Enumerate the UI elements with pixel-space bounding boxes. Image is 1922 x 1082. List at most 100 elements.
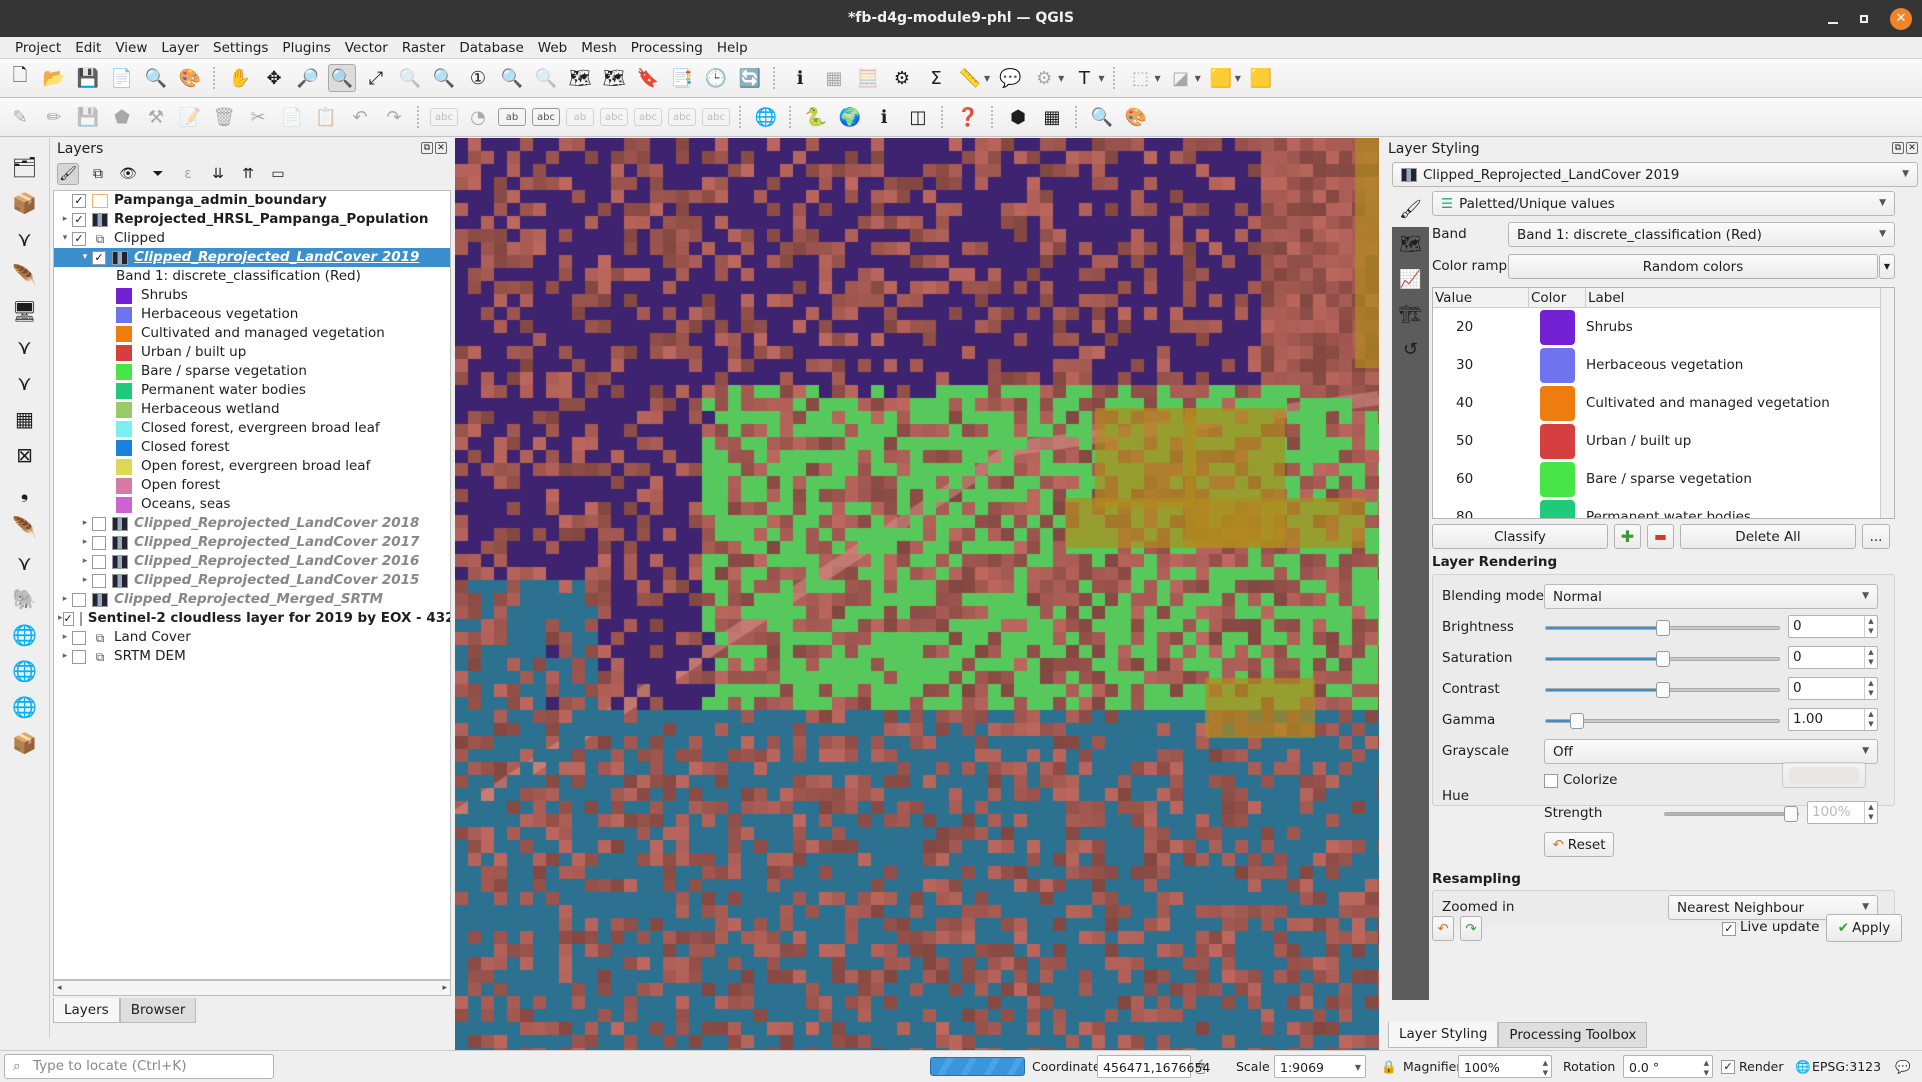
collapse-all-icon[interactable]: ⇈ bbox=[237, 163, 259, 185]
layer-visibility-checkbox[interactable]: ✓ bbox=[72, 193, 86, 208]
symbology-tab-icon[interactable]: 🖌 bbox=[1392, 192, 1429, 227]
select-feature-icon[interactable]: ⚙ bbox=[1030, 64, 1058, 92]
delete-selected-icon[interactable]: 🗑 bbox=[210, 103, 238, 131]
render-checkbox[interactable]: ✓ bbox=[1721, 1060, 1735, 1074]
menu-plugins[interactable]: Plugins bbox=[275, 37, 337, 58]
palette-table-scrollbar[interactable] bbox=[1880, 288, 1894, 518]
toggle-extents-icon[interactable]: 🖱 bbox=[1196, 1055, 1205, 1078]
history-tab-icon[interactable]: ↺ bbox=[1392, 332, 1429, 367]
expand-arrow-icon[interactable]: ▸ bbox=[78, 533, 92, 552]
colorize-color-button[interactable] bbox=[1782, 762, 1866, 788]
menu-layer[interactable]: Layer bbox=[154, 37, 206, 58]
toolbar-grip[interactable] bbox=[773, 67, 777, 89]
redo-style-button[interactable]: ↷ bbox=[1460, 916, 1482, 941]
manage-visibility-icon[interactable]: 👁 bbox=[117, 163, 139, 185]
add-vector-layer-icon[interactable]: ⋎ bbox=[9, 368, 41, 398]
add-wfs-layer-icon[interactable]: 🌐 bbox=[9, 692, 41, 722]
add-postgis-layer-icon[interactable]: 🐘 bbox=[9, 584, 41, 614]
brightness-slider[interactable] bbox=[1545, 620, 1780, 636]
add-xyz-layer-icon[interactable]: 🌐 bbox=[9, 656, 41, 686]
strength-spinbox[interactable]: 100% ▲ ▼ bbox=[1807, 801, 1878, 824]
reset-button[interactable]: ↶ Reset bbox=[1544, 832, 1614, 857]
class-value[interactable]: 80 bbox=[1433, 509, 1529, 518]
brightness-spinbox[interactable]: 0 ▲ ▼ bbox=[1788, 615, 1878, 638]
class-color-swatch[interactable] bbox=[1540, 385, 1575, 421]
select-features-icon[interactable]: ⬚ bbox=[1126, 64, 1154, 92]
expand-arrow-icon[interactable]: ▸ bbox=[58, 628, 72, 647]
crs-globe-icon[interactable]: 🌐 bbox=[1795, 1055, 1811, 1078]
live-update-checkbox[interactable]: ✓ bbox=[1722, 922, 1736, 936]
highlight-pinned-labels-icon[interactable]: abc bbox=[532, 108, 560, 126]
color-ramp-dropdown[interactable]: ▼ bbox=[1879, 254, 1895, 279]
cut-icon[interactable]: ✂ bbox=[244, 103, 272, 131]
column-color[interactable]: Color bbox=[1529, 288, 1586, 307]
histogram-tab-icon[interactable]: 📈 bbox=[1392, 262, 1429, 297]
chevron-down-icon[interactable]: ▼ bbox=[1154, 74, 1160, 83]
menu-settings[interactable]: Settings bbox=[206, 37, 275, 58]
layer-visibility-checkbox[interactable]: ✓ bbox=[72, 231, 86, 246]
label-toolbar-icon[interactable]: abc bbox=[430, 108, 458, 126]
layer-select[interactable]: Clipped_Reprojected_LandCover 2019 ▼ bbox=[1392, 162, 1918, 187]
layer-visibility-checkbox[interactable]: ✓ bbox=[72, 212, 86, 227]
renderer-select[interactable]: ☰ Paletted/Unique values ▼ bbox=[1432, 191, 1895, 216]
palette-row[interactable]: 50 Urban / built up bbox=[1433, 422, 1894, 460]
digitize-icon[interactable]: ⬟ bbox=[108, 103, 136, 131]
toolbar-grip[interactable] bbox=[991, 106, 995, 128]
layer-tree-item[interactable]: ▸ Clipped_Reprojected_Merged_SRTM bbox=[54, 590, 450, 609]
colorize-checkbox[interactable] bbox=[1544, 774, 1558, 788]
zoom-full-icon[interactable]: ⤢ bbox=[362, 64, 390, 92]
gamma-spinbox[interactable]: 1.00 ▲ ▼ bbox=[1788, 708, 1878, 731]
layer-visibility-checkbox[interactable] bbox=[92, 535, 106, 550]
palette-row[interactable]: 30 Herbaceous vegetation bbox=[1433, 346, 1894, 384]
open-layer-styling-icon[interactable]: 🖌 bbox=[57, 163, 79, 185]
map-swipe-icon[interactable]: ◫ bbox=[904, 103, 932, 131]
chevron-down-icon[interactable]: ▼ bbox=[1058, 74, 1064, 83]
menu-vector[interactable]: Vector bbox=[338, 37, 395, 58]
chevron-down-icon[interactable]: ▼ bbox=[1098, 74, 1104, 83]
data-source-manager-icon[interactable]: 🗂 bbox=[9, 152, 41, 182]
contrast-slider[interactable] bbox=[1545, 682, 1780, 698]
float-styling-icon[interactable]: ⧉ bbox=[1892, 142, 1904, 154]
layer-visibility-checkbox[interactable] bbox=[72, 592, 86, 607]
class-label[interactable]: Bare / sparse vegetation bbox=[1586, 471, 1752, 487]
chevron-down-icon[interactable]: ▼ bbox=[1195, 74, 1201, 83]
toolbar-grip[interactable] bbox=[1113, 67, 1117, 89]
layer-tree-item[interactable]: ▸ Clipped_Reprojected_LandCover 2018 bbox=[54, 514, 450, 533]
save-project-icon[interactable]: 💾 bbox=[74, 64, 102, 92]
qgis2web-icon[interactable]: 🌍 bbox=[836, 103, 864, 131]
magnifier-spinbox[interactable]: 100% ▲ ▼ bbox=[1458, 1055, 1552, 1078]
map-canvas[interactable] bbox=[455, 138, 1379, 1050]
expand-all-icon[interactable]: ⇊ bbox=[207, 163, 229, 185]
layer-tree-item[interactable]: ▾ ✓ Clipped_Reprojected_LandCover 2019 bbox=[54, 248, 450, 267]
copy-icon[interactable]: 📄 bbox=[278, 103, 306, 131]
toolbar-grip[interactable] bbox=[417, 106, 421, 128]
expand-arrow-icon[interactable]: ▾ bbox=[78, 248, 92, 267]
color-ramp-button[interactable]: Random colors bbox=[1508, 254, 1878, 279]
minimize-button[interactable] bbox=[1828, 22, 1838, 24]
expand-arrow-icon[interactable]: ▸ bbox=[58, 647, 72, 666]
expand-arrow-icon[interactable]: ▸ bbox=[78, 571, 92, 590]
messages-icon[interactable]: 💬 bbox=[1895, 1055, 1911, 1078]
layer-tree-hscrollbar[interactable]: ◂ ▸ bbox=[53, 980, 451, 996]
class-color-swatch[interactable] bbox=[1540, 347, 1575, 383]
float-panel-icon[interactable]: ⧉ bbox=[421, 142, 433, 154]
layer-tree-item[interactable]: ✓ Pampanga_admin_boundary bbox=[54, 191, 450, 210]
class-value[interactable]: 20 bbox=[1433, 319, 1529, 335]
menu-web[interactable]: Web bbox=[531, 37, 574, 58]
toggle-editing-icon[interactable]: ✏ bbox=[40, 103, 68, 131]
identify-icon[interactable]: ℹ bbox=[786, 64, 814, 92]
metasearch-icon[interactable]: 🌐 bbox=[752, 103, 780, 131]
zoom-to-selection-icon[interactable]: 🔍 bbox=[396, 64, 424, 92]
close-button[interactable]: ✕ bbox=[1890, 8, 1912, 30]
chevron-down-icon[interactable]: ▼ bbox=[984, 74, 990, 83]
remove-class-button[interactable]: ▬ bbox=[1647, 524, 1674, 549]
new-temporary-scratch-icon[interactable]: 🪶 bbox=[9, 260, 41, 290]
topology-checker-icon[interactable]: ⬢ bbox=[1004, 103, 1032, 131]
menu-help[interactable]: Help bbox=[710, 37, 755, 58]
toolbar-grip[interactable] bbox=[1075, 106, 1079, 128]
quickmapservices-search-icon[interactable]: 🔍 bbox=[1088, 103, 1116, 131]
layer-tree-item[interactable]: ▸ Clipped_Reprojected_LandCover 2015 bbox=[54, 571, 450, 590]
pyramids-tab-icon[interactable]: 🏗 bbox=[1392, 297, 1429, 332]
column-value[interactable]: Value bbox=[1433, 288, 1529, 307]
transparency-tab-icon[interactable]: 🗺 bbox=[1392, 227, 1429, 262]
